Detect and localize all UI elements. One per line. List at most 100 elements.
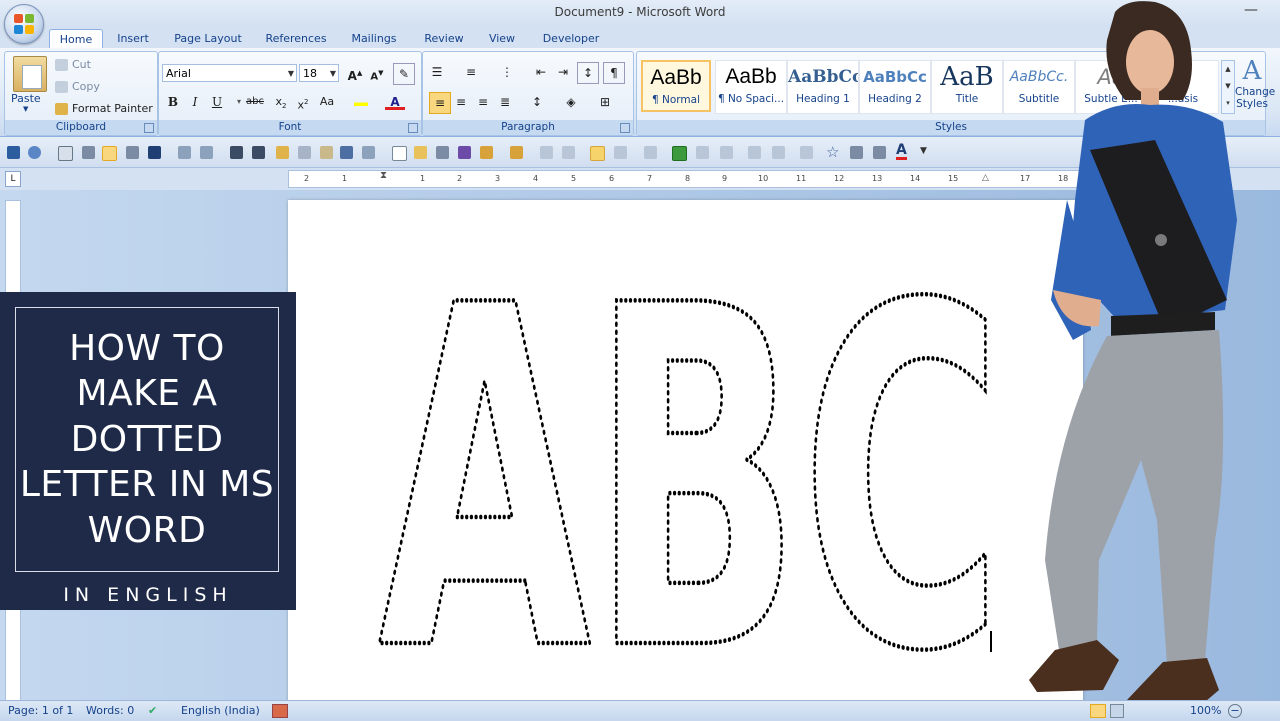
clipboard-icon[interactable] <box>850 146 863 159</box>
justify-icon[interactable] <box>82 146 95 159</box>
customize-toolbar-icon[interactable]: ▼ <box>920 146 927 156</box>
strikethrough-icon[interactable]: abc <box>245 92 265 112</box>
word-count[interactable]: Words: 0 <box>86 704 134 717</box>
borders-icon[interactable]: ⊞ <box>595 92 615 112</box>
align-left-icon[interactable] <box>102 146 117 161</box>
layers-icon[interactable] <box>873 146 886 159</box>
justify-icon[interactable]: ≣ <box>495 92 515 112</box>
cut-button[interactable]: Cut <box>55 58 91 71</box>
clear-formatting-icon[interactable]: ✎ <box>393 63 415 85</box>
print-preview-icon[interactable] <box>58 146 73 161</box>
numbering-icon[interactable]: ≡ <box>461 62 481 82</box>
paste-button[interactable]: Paste <box>11 92 41 105</box>
change-case-icon[interactable]: Aa <box>317 92 337 112</box>
object-icon[interactable] <box>644 146 657 159</box>
first-line-indent-marker[interactable]: ⧗ <box>380 171 387 181</box>
font-launcher-icon[interactable] <box>408 123 418 133</box>
tab-view[interactable]: View <box>484 29 520 48</box>
star-icon[interactable]: ☆ <box>826 143 839 161</box>
full-screen-icon[interactable] <box>1110 704 1124 718</box>
line-spacing-icon[interactable]: ↕ <box>527 92 547 112</box>
undo-icon[interactable] <box>28 146 41 159</box>
document-icon[interactable] <box>320 146 333 159</box>
style-normal[interactable]: AaBb ¶ Normal <box>641 60 711 112</box>
shrink-font-icon[interactable]: A▼ <box>367 63 387 83</box>
grow-font-icon[interactable]: A▲ <box>345 63 365 83</box>
superscript-icon[interactable]: x2 <box>293 92 313 112</box>
options-icon[interactable] <box>510 146 523 159</box>
subscript-icon[interactable]: x2 <box>271 92 291 112</box>
new-document-icon[interactable] <box>392 146 407 161</box>
sort-icon[interactable]: ↕ <box>577 62 599 84</box>
tab-review[interactable]: Review <box>420 29 468 48</box>
shading-icon[interactable]: ◈ <box>561 92 581 112</box>
change-case-icon[interactable] <box>148 146 161 159</box>
style-title[interactable]: AaB Title <box>931 60 1003 114</box>
tab-home[interactable]: Home <box>49 29 103 49</box>
tab-mailings[interactable]: Mailings <box>346 29 402 48</box>
align-left-icon[interactable]: ≡ <box>429 92 451 114</box>
link-icon[interactable] <box>540 146 553 159</box>
bold-icon[interactable]: B <box>163 92 183 112</box>
underline-icon[interactable]: U <box>207 92 227 112</box>
font-color-icon[interactable]: A <box>385 92 405 110</box>
font-name-combo[interactable]: Arial ▼ <box>162 64 297 82</box>
lines-icon[interactable] <box>200 146 213 159</box>
copy-button[interactable]: Copy <box>55 80 100 93</box>
save-icon[interactable] <box>7 146 20 159</box>
clipboard-launcher-icon[interactable] <box>144 123 154 133</box>
paste-dropdown-icon[interactable]: ▼ <box>23 105 28 113</box>
wordart-icon[interactable] <box>800 146 813 159</box>
draw-icon[interactable] <box>696 146 709 159</box>
tab-references[interactable]: References <box>262 29 330 48</box>
highlight-icon[interactable] <box>590 146 605 161</box>
align-center-icon[interactable]: ≡ <box>451 92 471 112</box>
decrease-indent-icon[interactable]: ⇤ <box>531 62 551 82</box>
indent-icon[interactable] <box>362 146 375 159</box>
frame-icon[interactable] <box>748 146 761 159</box>
paragraph-launcher-icon[interactable] <box>620 123 630 133</box>
language-indicator[interactable]: English (India) <box>181 704 260 717</box>
font-icon[interactable] <box>340 146 353 159</box>
tab-developer[interactable]: Developer <box>538 29 604 48</box>
multilevel-list-icon[interactable]: ⋮ <box>497 62 517 82</box>
font-color-icon[interactable]: A <box>896 143 907 160</box>
edit-icon[interactable] <box>178 146 191 159</box>
zoom-level[interactable]: 100% <box>1190 704 1221 717</box>
open-folder-icon[interactable] <box>414 146 427 159</box>
print-icon[interactable] <box>436 146 449 159</box>
align-center-icon[interactable] <box>126 146 139 159</box>
font-size-combo[interactable]: 18 ▼ <box>299 64 339 82</box>
style-heading-1[interactable]: AaBbCc Heading 1 <box>787 60 859 114</box>
spelling-icon[interactable] <box>458 146 471 159</box>
columns-icon[interactable] <box>720 146 733 159</box>
eraser-icon[interactable] <box>298 146 311 159</box>
right-indent-marker[interactable]: △ <box>982 173 989 183</box>
zoom-out-icon[interactable]: − <box>1228 704 1242 718</box>
highlight-icon[interactable] <box>351 92 371 112</box>
macro-record-icon[interactable] <box>272 704 288 718</box>
format-painter-icon[interactable] <box>276 146 289 159</box>
proofing-icon[interactable]: ✔ <box>148 704 157 717</box>
page-count[interactable]: Page: 1 of 1 <box>8 704 73 717</box>
horizontal-ruler[interactable]: 2 1 ⧗ 1 2 3 4 5 6 7 8 9 10 11 12 13 14 1… <box>288 170 1080 188</box>
italic-icon[interactable]: I <box>185 92 205 112</box>
bullets-icon[interactable]: ☰ <box>427 62 447 82</box>
print-layout-icon[interactable] <box>1090 704 1106 718</box>
office-button[interactable] <box>4 4 44 44</box>
shape-icon[interactable] <box>562 146 575 159</box>
pilcrow-icon[interactable]: ¶ <box>603 62 625 84</box>
tools-icon[interactable] <box>480 146 493 159</box>
tab-insert[interactable]: Insert <box>112 29 154 48</box>
textbox-icon[interactable] <box>772 146 785 159</box>
increase-indent-icon[interactable]: ⇥ <box>553 62 573 82</box>
style-no-spacing[interactable]: AaBb ¶ No Spaci... <box>715 60 787 114</box>
tab-page-layout[interactable]: Page Layout <box>170 29 246 48</box>
align-right-icon[interactable]: ≡ <box>473 92 493 112</box>
table-icon[interactable] <box>672 146 687 161</box>
refresh-icon[interactable] <box>614 146 627 159</box>
tab-selector-icon[interactable]: L <box>5 171 21 187</box>
format-painter-button[interactable]: Format Painter <box>55 102 153 115</box>
style-heading-2[interactable]: AaBbCc Heading 2 <box>859 60 931 114</box>
align-right-icon[interactable] <box>230 146 243 159</box>
